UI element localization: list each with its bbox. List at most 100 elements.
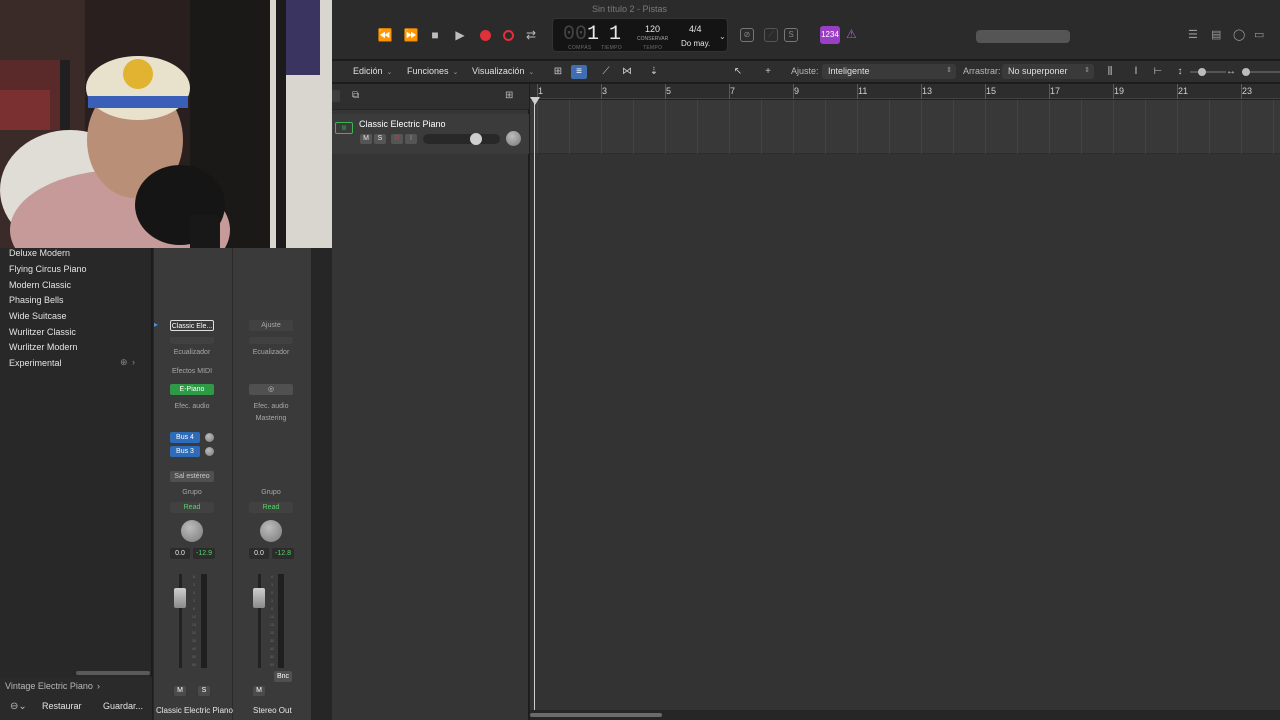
horizontal-scroll-thumb[interactable]	[530, 713, 662, 717]
group-slot[interactable]: Grupo	[249, 487, 293, 498]
cycle-button[interactable]: ⇄	[522, 27, 540, 43]
drag-select[interactable]: No superponer ⇕	[1002, 64, 1094, 79]
audio-fx-label[interactable]: Efec. audio	[245, 401, 297, 412]
channel-setting-slot[interactable]: Ajuste	[249, 320, 293, 331]
browser-icon[interactable]: ▭	[1254, 28, 1264, 41]
count-in-button[interactable]: 1234	[820, 26, 840, 44]
send-knob[interactable]	[205, 447, 214, 456]
list-editor-icon[interactable]: ☰	[1188, 28, 1198, 41]
pointer-tool-icon[interactable]: ↖	[730, 65, 746, 79]
edit-menu[interactable]: Edición ⌄	[353, 66, 392, 76]
metronome-icon[interactable]: ⚠	[846, 27, 857, 41]
send-slot-bus-4[interactable]: Bus 4	[170, 432, 200, 443]
track-solo-button[interactable]: S	[374, 134, 386, 144]
low-latency-icon[interactable]: ⊘	[740, 28, 754, 42]
global-tracks-toggle[interactable]	[332, 90, 340, 102]
horizontal-fit-icon[interactable]: ⊢	[1150, 65, 1166, 79]
mute-button[interactable]: M	[253, 686, 265, 696]
eq-label[interactable]: Ecualizador	[247, 347, 295, 358]
arrange-area[interactable]	[530, 100, 1280, 710]
output-slot[interactable]: Sal estéreo	[170, 471, 214, 482]
library-options-icon[interactable]: ⊖⌄	[10, 701, 27, 712]
library-item[interactable]: Wurlitzer Classic	[9, 327, 76, 337]
flex-icon[interactable]: ⋈	[619, 65, 635, 79]
horizontal-zoom-thumb[interactable]	[1242, 68, 1250, 76]
track-lane[interactable]	[530, 100, 1280, 154]
volume-value[interactable]: 0.0	[249, 548, 269, 559]
track-name[interactable]: Classic Electric Piano	[359, 119, 446, 129]
download-icon[interactable]: ⊕	[120, 357, 128, 368]
waveform-zoom-icon[interactable]: ⫼	[1102, 65, 1118, 79]
vertical-fit-icon[interactable]: ↕	[1172, 65, 1188, 79]
secondary-tool-icon[interactable]: +	[760, 65, 776, 79]
functions-menu[interactable]: Funciones ⌄	[407, 66, 458, 76]
play-button[interactable]: ▶	[451, 27, 469, 43]
strip-name[interactable]: Stereo Out	[253, 706, 292, 715]
bounce-button[interactable]: Bnc	[274, 671, 292, 682]
track-mute-button[interactable]: M	[360, 134, 372, 144]
solo-button[interactable]: S	[198, 686, 210, 696]
view-menu[interactable]: Visualización ⌄	[472, 66, 534, 76]
midi-fx-slot[interactable]: Efectos MIDI	[166, 366, 218, 377]
grid-view-icon[interactable]: ⊞	[550, 65, 566, 79]
eq-display[interactable]	[249, 337, 293, 344]
group-slot[interactable]: Grupo	[170, 487, 214, 498]
volume-value[interactable]: 0.0	[170, 548, 190, 559]
eq-label[interactable]: Ecualizador	[168, 347, 216, 358]
track-volume-thumb[interactable]	[470, 133, 482, 145]
restore-button[interactable]: Restaurar	[42, 701, 82, 714]
automation-mode[interactable]: Read	[249, 502, 293, 513]
track-record-button[interactable]: R	[391, 134, 403, 144]
rewind-button[interactable]: ⏪	[376, 27, 394, 43]
volume-fader[interactable]	[253, 588, 265, 608]
catch-icon[interactable]: ⇣	[646, 65, 662, 79]
replace-record-button[interactable]	[499, 27, 517, 43]
stop-button[interactable]: ■	[426, 27, 444, 43]
audio-fx-slot[interactable]: Efec. audio	[166, 401, 218, 412]
chevron-right-icon[interactable]: ›	[132, 357, 135, 367]
library-item[interactable]: Deluxe Modern	[9, 248, 70, 258]
send-slot-bus-3[interactable]: Bus 3	[170, 446, 200, 457]
lcd-chevron-down-icon[interactable]: ⌄	[719, 32, 726, 41]
automation-mode[interactable]: Read	[170, 502, 214, 513]
vertical-zoom-icon[interactable]: Ⅰ	[1128, 65, 1144, 79]
save-button[interactable]: Guardar...	[103, 701, 143, 714]
instrument-slot[interactable]: E-Piano	[170, 384, 214, 395]
volume-fader[interactable]	[174, 588, 186, 608]
list-view-icon[interactable]: ≡	[571, 65, 587, 79]
bar-ruler[interactable]	[530, 84, 1280, 99]
playhead-handle[interactable]	[530, 97, 540, 105]
link-icon[interactable]: ◎	[249, 384, 293, 395]
library-item[interactable]: Phasing Bells	[9, 295, 64, 305]
fast-forward-button[interactable]: ⏩	[402, 27, 420, 43]
pan-knob[interactable]	[181, 520, 203, 542]
library-item[interactable]: Modern Classic	[9, 280, 71, 290]
record-button[interactable]	[476, 27, 494, 43]
snap-select[interactable]: Inteligente ⇕	[822, 64, 956, 79]
vertical-zoom-thumb[interactable]	[1198, 68, 1206, 76]
mute-button[interactable]: M	[174, 686, 186, 696]
pan-knob[interactable]	[260, 520, 282, 542]
horizontal-zoom-icon[interactable]: ↔	[1223, 65, 1239, 79]
strip-name[interactable]: Classic Electric Piano	[156, 706, 233, 715]
track-input-monitor-button[interactable]: I	[405, 134, 417, 144]
library-item[interactable]: Wurlitzer Modern	[9, 342, 77, 352]
track-pan-knob[interactable]	[506, 131, 521, 146]
vertical-zoom-slider[interactable]	[1190, 71, 1226, 73]
add-track-icon[interactable]: ⊞	[505, 90, 513, 101]
track-volume-slider[interactable]	[423, 134, 500, 144]
lcd-display[interactable]: 00 1 1 COMPÁS TIEMPO 120 CONSERVAR TEMPO…	[552, 18, 728, 52]
automation-icon[interactable]: ⟋	[598, 65, 614, 79]
send-knob[interactable]	[205, 433, 214, 442]
library-item[interactable]: Wide Suitcase	[9, 311, 67, 321]
loop-browser-icon[interactable]: ◯	[1233, 28, 1245, 41]
eq-display[interactable]	[170, 337, 214, 344]
library-path[interactable]: Vintage Electric Piano	[5, 681, 93, 691]
library-item[interactable]: Flying Circus Piano	[9, 264, 87, 274]
playhead[interactable]	[534, 99, 535, 710]
channel-setting-slot[interactable]: Classic Ele...	[170, 320, 214, 331]
mastering-slot[interactable]: Mastering	[245, 413, 297, 424]
library-scrollbar[interactable]	[76, 671, 150, 675]
autopunch-icon[interactable]: ⟋	[764, 28, 778, 42]
notepad-icon[interactable]: ▤	[1211, 28, 1221, 41]
